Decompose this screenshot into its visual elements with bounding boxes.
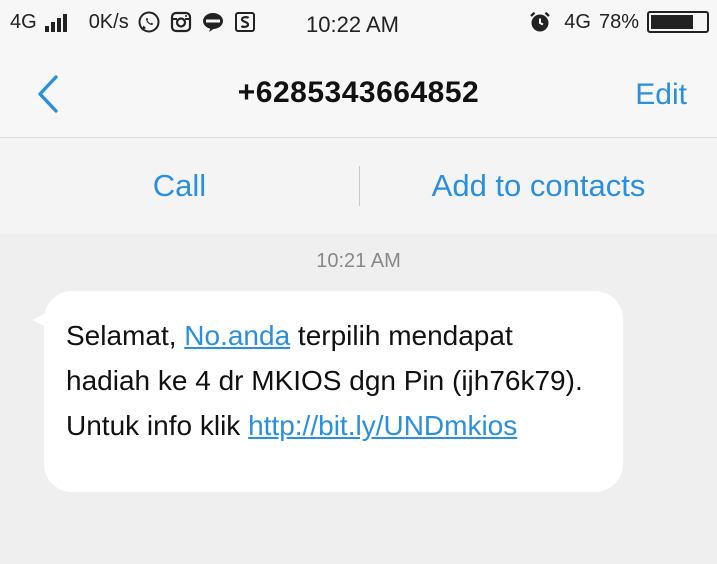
message-link-number[interactable]: No.anda [184,320,290,351]
instagram-icon [170,11,191,33]
status-right: 4G 78% [528,10,709,34]
status-left: 4G 0K/s [10,10,257,34]
message-text-part1: Selamat, [66,320,185,351]
battery-percent: 78% [598,10,639,33]
message-bubble[interactable]: Selamat, No.anda terpilih mendapat hadia… [44,291,623,492]
battery-icon [647,11,709,33]
battery-level [651,15,694,29]
whatsapp-icon [138,11,160,33]
network-speed: 0K/s [88,10,129,33]
call-button[interactable]: Call [0,138,359,234]
action-bar: Call Add to contacts [0,138,717,234]
edit-button[interactable]: Edit [635,78,687,112]
add-to-contacts-button[interactable]: Add to contacts [360,138,717,234]
signal-icon [44,12,67,32]
message-text: Selamat, No.anda terpilih mendapat hadia… [66,313,601,448]
alarm-icon [530,11,551,32]
s-app-icon [234,12,255,32]
status-time: 10:22 AM [306,12,399,37]
line-icon [202,13,223,32]
network-type-right: 4G [564,10,591,33]
contact-number-title: +6285343664852 [237,76,480,109]
status-bar: 4G 0K/s 10:22 AM 4G 78% [0,0,717,50]
network-type-left: 4G [10,10,37,33]
nav-bar: +6285343664852 Edit [0,50,717,138]
message-link-url[interactable]: http://bit.ly/UNDmkios [248,410,517,441]
message-timestamp: 10:21 AM [316,250,401,272]
